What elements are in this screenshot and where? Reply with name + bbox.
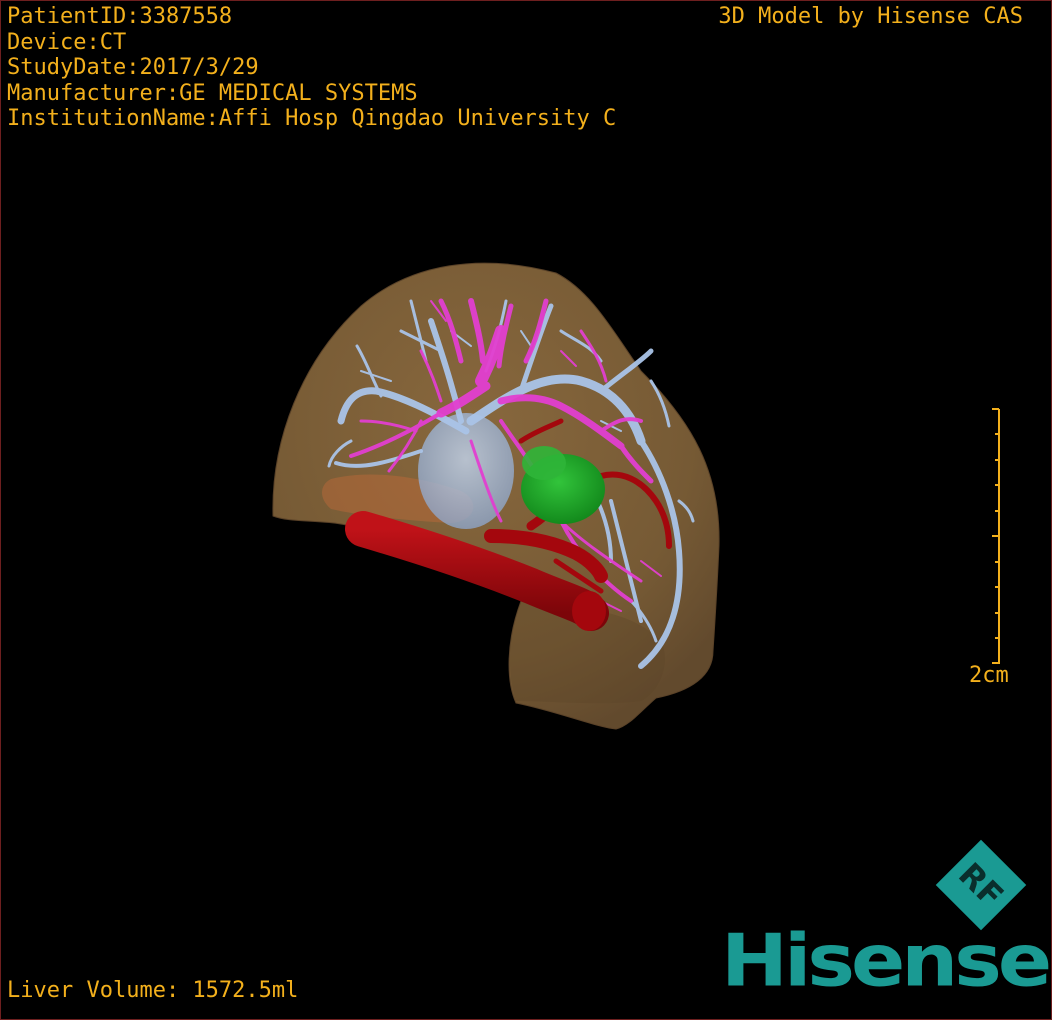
hisense-wordmark: Hisense <box>721 918 1051 1003</box>
scale-bar-label: 2cm <box>969 663 1009 688</box>
rf-badge-text: RF <box>951 855 1011 915</box>
institution-name: InstitutionName:Affi Hosp Qingdao Univer… <box>7 106 617 131</box>
3d-viewport[interactable]: PatientID:3387558 Device:CT StudyDate:2017… <box>0 0 1052 1020</box>
study-date: StudyDate:2017/3/29 <box>7 55 259 80</box>
hisense-logo: RF Hisense <box>717 839 1051 1019</box>
scale-bar <box>992 408 1000 664</box>
liver-volume-readout: Liver Volume: 1572.5ml <box>7 978 299 1003</box>
patient-id: PatientID:3387558 <box>7 4 233 29</box>
tumor-highlight <box>522 446 566 480</box>
model-credit: 3D Model by Hisense CAS <box>718 4 1023 29</box>
device: Device:CT <box>7 29 127 55</box>
patient-info-overlay: PatientID:3387558 Device:CT StudyDate:2017… <box>7 4 616 132</box>
manufacturer: Manufacturer:GE MEDICAL SYSTEMS <box>7 80 418 106</box>
